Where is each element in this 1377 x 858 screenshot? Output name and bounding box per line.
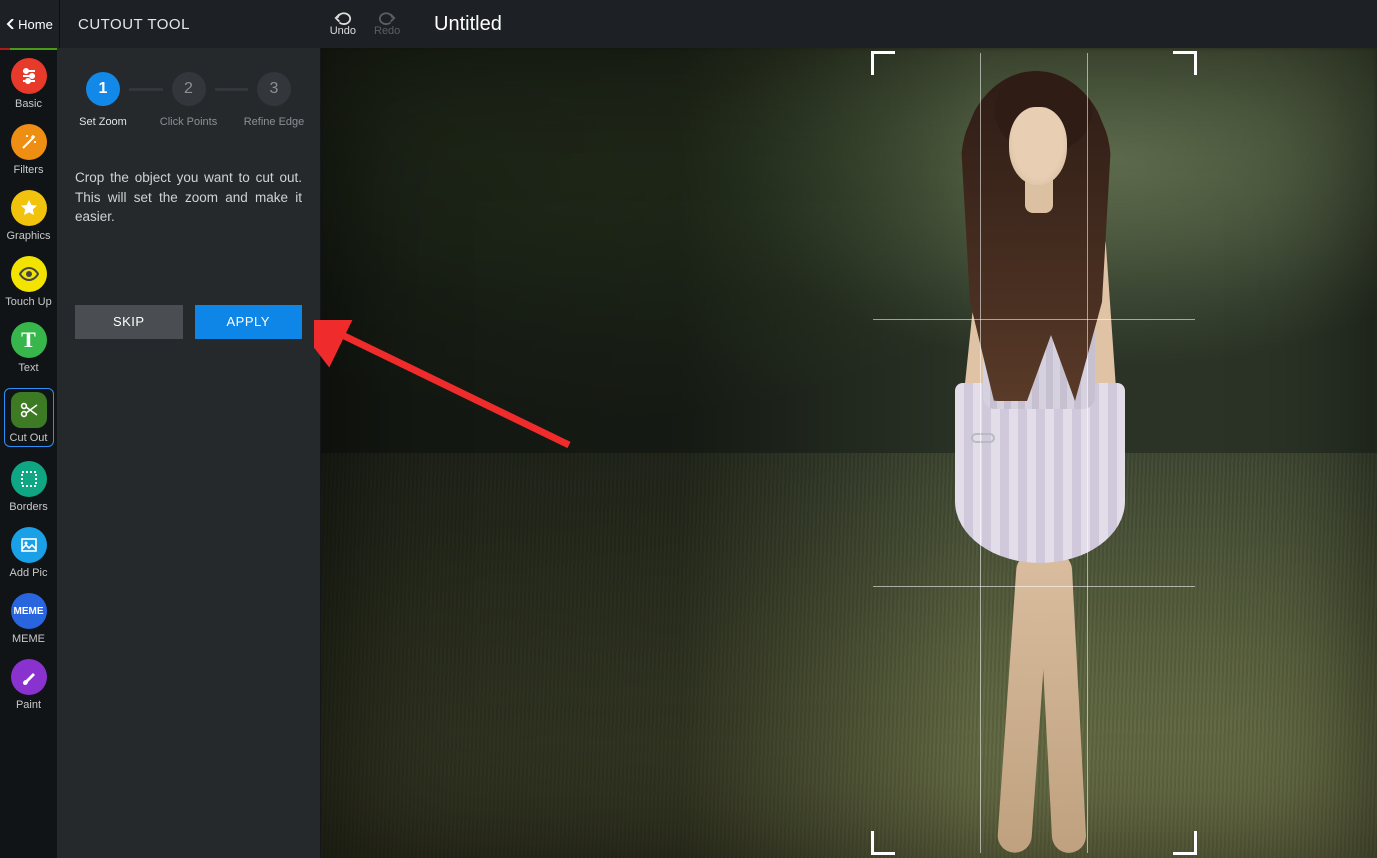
cutout-panel: 1 Set Zoom 2 Click Points 3 Refine Edge … <box>57 48 321 858</box>
wizard-steps: 1 Set Zoom 2 Click Points 3 Refine Edge <box>75 72 302 128</box>
subject-illustration <box>921 53 1151 853</box>
step-label: Set Zoom <box>79 116 127 128</box>
rail-label: MEME <box>12 633 45 645</box>
step-connector <box>215 88 249 91</box>
apply-button[interactable]: APPLY <box>195 305 303 339</box>
rail-item-basic[interactable]: Basic <box>4 58 54 110</box>
undo-icon <box>334 11 352 25</box>
home-label: Home <box>18 17 53 32</box>
crop-handle-bl[interactable] <box>871 831 895 855</box>
step-connector <box>129 88 163 91</box>
rail-label: Text <box>18 362 38 374</box>
redo-button[interactable]: Redo <box>374 11 400 37</box>
rail-item-graphics[interactable]: Graphics <box>4 190 54 242</box>
undo-label: Undo <box>330 25 356 37</box>
home-button[interactable]: Home <box>0 0 60 48</box>
rail-label: Graphics <box>6 230 50 242</box>
redo-label: Redo <box>374 25 400 37</box>
meme-icon: MEME <box>11 593 47 629</box>
rail-label: Borders <box>9 501 48 513</box>
rail-item-borders[interactable]: Borders <box>4 461 54 513</box>
rail-item-cutout[interactable]: Cut Out <box>4 388 54 447</box>
step-number: 3 <box>257 72 291 106</box>
rail-item-text[interactable]: T Text <box>4 322 54 374</box>
rail-label: Cut Out <box>10 432 48 444</box>
step-number: 1 <box>86 72 120 106</box>
eye-icon <box>11 256 47 292</box>
editor-canvas[interactable] <box>321 48 1377 858</box>
star-icon <box>11 190 47 226</box>
sliders-icon <box>11 58 47 94</box>
panel-title: CUTOUT TOOL <box>60 0 320 48</box>
rail-label: Basic <box>15 98 42 110</box>
top-bar: Home CUTOUT TOOL Undo Redo Untitled <box>0 0 1377 48</box>
rail-item-paint[interactable]: Paint <box>4 659 54 711</box>
border-icon <box>11 461 47 497</box>
rail-item-touchup[interactable]: Touch Up <box>4 256 54 308</box>
step-label: Click Points <box>160 116 217 128</box>
rail-label: Add Pic <box>10 567 48 579</box>
canvas-image <box>321 48 1377 858</box>
crop-handle-tr[interactable] <box>1173 51 1197 75</box>
tool-rail: Basic Filters Graphics Touch Up T Text C… <box>0 48 57 858</box>
undo-redo-group: Undo Redo <box>320 0 410 48</box>
step-set-zoom[interactable]: 1 Set Zoom <box>75 72 131 128</box>
crop-handle-br[interactable] <box>1173 831 1197 855</box>
chevron-left-icon <box>6 19 16 29</box>
redo-icon <box>378 11 396 25</box>
rail-item-meme[interactable]: MEME MEME <box>4 593 54 645</box>
rail-item-filters[interactable]: Filters <box>4 124 54 176</box>
step-click-points[interactable]: 2 Click Points <box>161 72 217 128</box>
crop-handle-tl[interactable] <box>871 51 895 75</box>
skip-button[interactable]: SKIP <box>75 305 183 339</box>
picture-icon <box>11 527 47 563</box>
wand-icon <box>11 124 47 160</box>
rail-item-addpic[interactable]: Add Pic <box>4 527 54 579</box>
crop-selection[interactable] <box>873 53 1195 853</box>
undo-button[interactable]: Undo <box>330 11 356 37</box>
rail-label: Touch Up <box>5 296 51 308</box>
rail-label: Filters <box>14 164 44 176</box>
instructions-text: Crop the object you want to cut out. Thi… <box>75 168 302 227</box>
document-title[interactable]: Untitled <box>410 0 1377 48</box>
step-label: Refine Edge <box>244 116 305 128</box>
action-buttons: SKIP APPLY <box>75 305 302 339</box>
rail-label: Paint <box>16 699 41 711</box>
brush-icon <box>11 659 47 695</box>
step-refine-edge[interactable]: 3 Refine Edge <box>246 72 302 128</box>
scissors-icon <box>11 392 47 428</box>
step-number: 2 <box>172 72 206 106</box>
text-icon: T <box>11 322 47 358</box>
